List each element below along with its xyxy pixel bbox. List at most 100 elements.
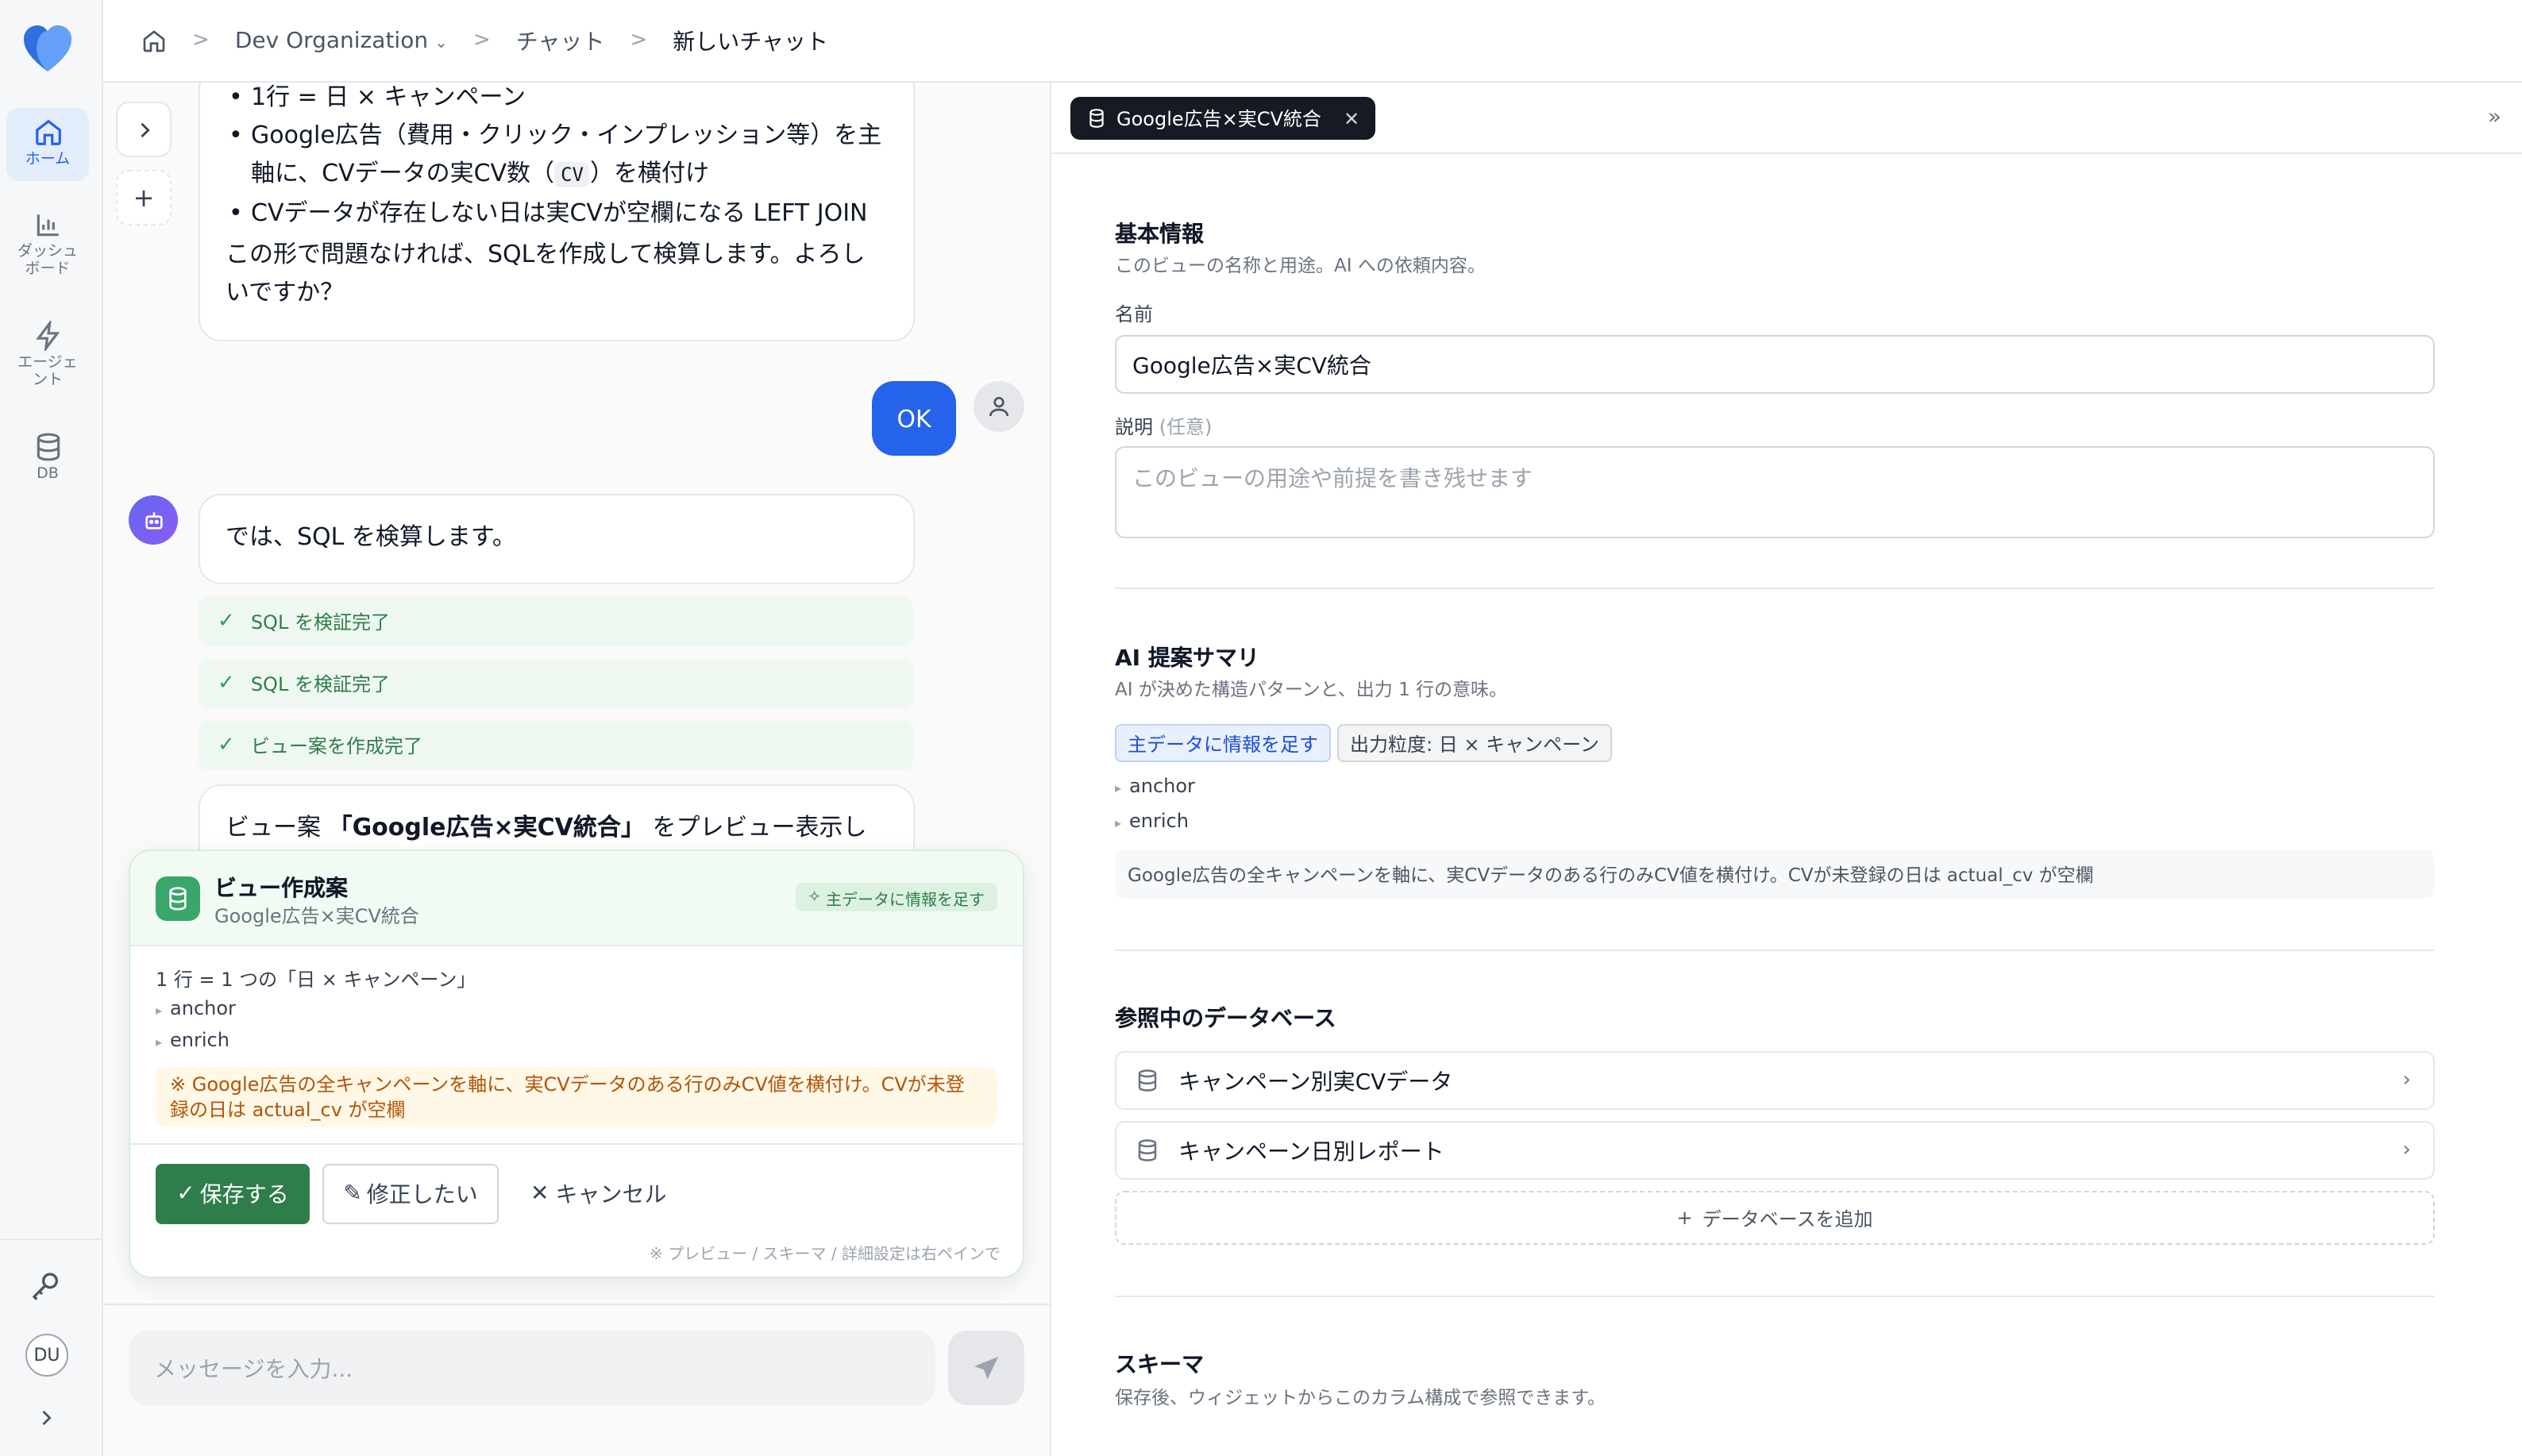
list-item: Google広告（費用・クリック・インプレッション等）を主軸に、CVデータの実C…: [226, 116, 888, 194]
user-avatar: [974, 381, 1024, 432]
pattern-badge: ✧ 主データに情報を足す: [795, 883, 997, 911]
kind-label: anchor: [1129, 775, 1195, 797]
chevron-right-icon[interactable]: [35, 1407, 57, 1429]
triangle-right-icon: ▸: [156, 1035, 163, 1050]
section-subtitle: AI が決めた構造パターンと、出力 1 行の意味。: [1115, 678, 1508, 700]
message-text: この形で問題なければ、SQLを作成して検算します。よろしいですか？: [226, 240, 866, 306]
database-icon: [156, 876, 200, 921]
list-item: CVデータが存在しない日は実CVが空欄になる LEFT JOIN: [226, 194, 888, 232]
summary-text: Google広告の全キャンペーンを軸に、実CVデータのある行のみCV値を横付け。…: [1115, 849, 2435, 899]
rail-item-agent[interactable]: エージェント: [6, 311, 89, 397]
home-icon[interactable]: [141, 28, 167, 53]
chevron-right-icon: >: [630, 29, 648, 52]
step-label: ビュー案を作成完了: [250, 735, 422, 757]
database-icon: [1138, 1139, 1157, 1161]
button-label: データベースを追加: [1702, 1208, 1873, 1230]
button-label: 保存する: [199, 1183, 289, 1208]
cancel-button[interactable]: ✕ キャンセル: [530, 1164, 666, 1224]
rail-item-db[interactable]: DB: [6, 422, 89, 489]
section-subtitle: このビューの名称と用途。AI への依頼内容。: [1115, 254, 1486, 276]
card-footer-note: ※ プレビュー / スキーマ / 詳細設定は右ペインで: [649, 1246, 1001, 1264]
org-name: Dev Organization: [234, 28, 429, 53]
close-icon: ✕: [530, 1181, 550, 1207]
button-label: キャンセル: [555, 1183, 667, 1208]
plus-icon: +: [1676, 1207, 1693, 1229]
collapse-panel-icon[interactable]: »: [2488, 105, 2501, 130]
rail-item-dashboard[interactable]: ダッシュボード: [6, 200, 89, 286]
user-icon: [989, 397, 1008, 417]
grain-text: 1 行 = 1 つの「日 × キャンペーン」: [156, 969, 476, 991]
rail-item-home[interactable]: ホーム: [6, 108, 89, 181]
chevron-down-icon: ⌄: [434, 34, 448, 52]
name-input[interactable]: Google広告×実CV統合: [1115, 335, 2435, 394]
chevron-right-icon: >: [472, 29, 491, 52]
description-textarea[interactable]: このビューの用途や前提を書き残せます: [1115, 446, 2435, 538]
key-icon[interactable]: [30, 1270, 62, 1302]
plus-icon: +: [133, 183, 155, 213]
message-input[interactable]: メッセージを入力...: [129, 1331, 935, 1405]
kind-item: ▸ anchor: [156, 994, 997, 1026]
bullet-text: ）を横付け: [589, 159, 709, 187]
view-detail-panel: Google広告×実CV統合 ✕ » 基本情報 このビューの名称と用途。AI へ…: [1050, 83, 2522, 1456]
section-divider: [1115, 949, 2435, 951]
breadcrumb-org[interactable]: Dev Organization ⌄: [235, 28, 448, 53]
card-body: 1 行 = 1 つの「日 × キャンペーン」 ▸ anchor ▸ enrich ※…: [130, 946, 1023, 1127]
kind-label: enrich: [170, 1029, 229, 1051]
check-icon: ✓: [218, 672, 235, 695]
database-row[interactable]: キャンペーン日別レポート ›: [1115, 1121, 2435, 1180]
edit-button[interactable]: ✎ 修正したい: [322, 1164, 499, 1224]
message-text: ビュー案: [226, 813, 329, 842]
card-actions: ✓ 保存する ✎ 修正したい ✕ キャンセル ※ プレビュー / スキーマ / 詳細設…: [130, 1143, 1023, 1277]
check-icon: ✓: [218, 734, 235, 757]
step-status: ✓ ビュー案を作成完了: [199, 721, 913, 770]
check-icon: ✓: [176, 1181, 195, 1207]
expand-history-button[interactable]: [116, 102, 172, 157]
database-icon: [1138, 1069, 1157, 1092]
add-database-button[interactable]: + データベースを追加: [1115, 1191, 2435, 1245]
new-chat-button[interactable]: +: [116, 170, 172, 225]
pencil-icon: ✎: [343, 1181, 362, 1207]
database-icon: [1089, 109, 1104, 128]
send-icon: [974, 1356, 998, 1379]
sparkle-icon: ✧: [808, 888, 821, 906]
step-label: SQL を検証完了: [250, 673, 390, 695]
composer-divider: [103, 1304, 1050, 1305]
message-bullets: 1行 = 日 × キャンペーン Google広告（費用・クリック・インプレッショ…: [226, 83, 888, 232]
save-button[interactable]: ✓ 保存する: [156, 1164, 310, 1224]
breadcrumb: > Dev Organization ⌄ > チャット > 新しいチャット: [103, 0, 2522, 83]
card-subtitle: Google広告×実CV統合: [214, 905, 419, 927]
close-icon[interactable]: ✕: [1344, 107, 1359, 129]
card-note: ※ Google広告の全キャンペーンを軸に、実CVデータのある行のみCV値を横付…: [156, 1067, 997, 1127]
step-status: ✓ SQL を検証完了: [199, 597, 913, 646]
tab-label: Google広告×実CV統合: [1116, 108, 1321, 130]
check-icon: ✓: [218, 610, 235, 634]
database-name: キャンペーン日別レポート: [1178, 1139, 1444, 1165]
chevron-right-icon: >: [192, 29, 210, 52]
bot-avatar: [129, 495, 178, 545]
name-label: 名前: [1115, 303, 1154, 325]
user-avatar[interactable]: DU: [25, 1334, 68, 1377]
section-title: AI 提案サマリ: [1115, 646, 1259, 672]
card-title: ビュー作成案: [214, 876, 348, 902]
list-item: 1行 = 日 × キャンペーン: [226, 83, 888, 116]
rail-item-label: エージェント: [17, 354, 78, 389]
rail-item-label: ホーム: [25, 151, 71, 168]
kind-label: enrich: [1129, 810, 1189, 832]
tab-view[interactable]: Google広告×実CV統合 ✕: [1070, 97, 1376, 140]
app-root: ホーム ダッシュボード エージェント DB DU > Dev Organizat…: [0, 0, 2522, 1456]
chat-pane: + 1行 = 日 × キャンペーン Google広告（費用・クリック・インプレッ…: [103, 83, 1050, 1456]
rail-divider: [0, 1238, 103, 1240]
grain-chip: 出力粒度: 日 × キャンペーン: [1337, 724, 1612, 762]
rail-item-label: ダッシュボード: [17, 243, 78, 278]
optional-label: (任意): [1159, 416, 1213, 438]
view-name: 「Google広告×実CV統合」: [328, 813, 645, 842]
lightning-icon: [35, 321, 60, 351]
send-button[interactable]: [948, 1331, 1024, 1405]
badge-label: 主データに情報を足す: [826, 892, 985, 909]
card-header: ビュー作成案 Google広告×実CV統合 ✧ 主データに情報を足す: [130, 851, 1023, 946]
breadcrumb-chat[interactable]: チャット: [516, 25, 605, 56]
app-logo-icon[interactable]: [21, 22, 75, 76]
label-text: 説明: [1115, 416, 1154, 438]
database-row[interactable]: キャンペーン別実CVデータ ›: [1115, 1051, 2435, 1110]
breadcrumb-current: 新しいチャット: [673, 29, 828, 55]
